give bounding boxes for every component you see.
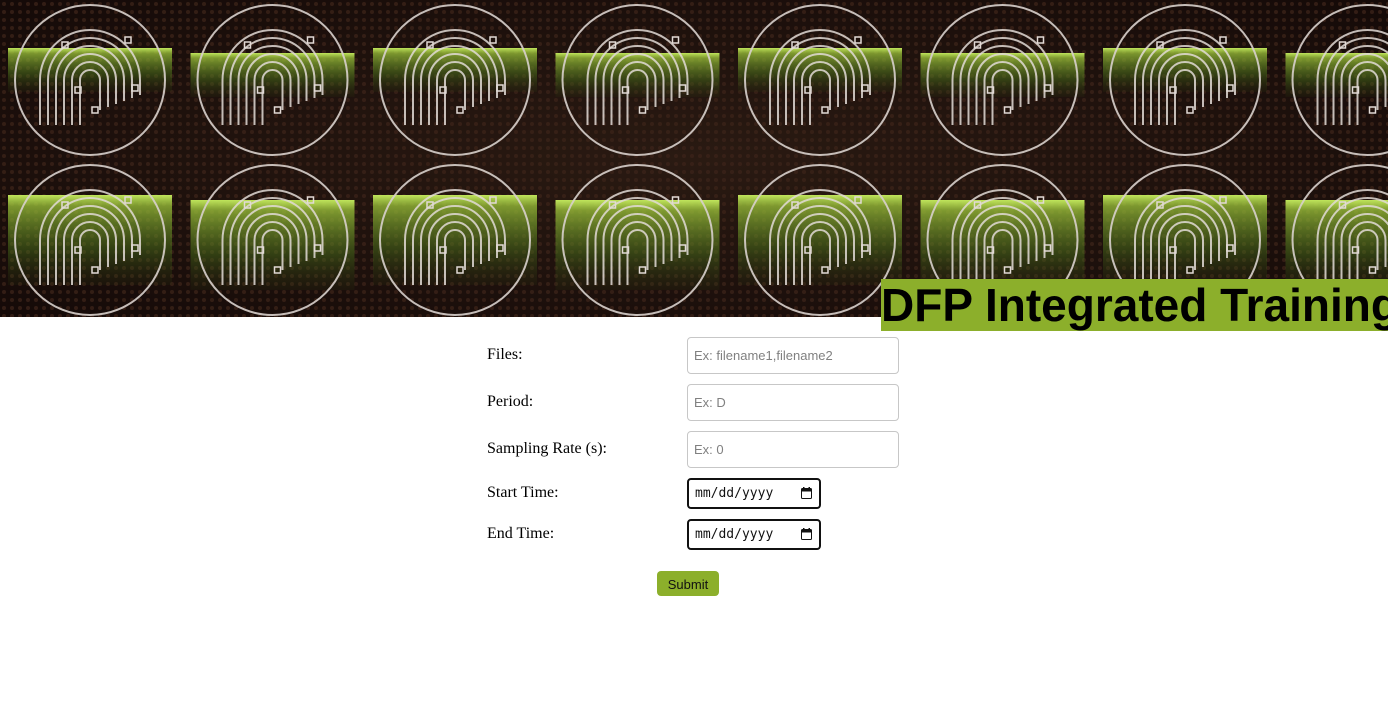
- title-bar: DFP Integrated Training: [881, 279, 1388, 331]
- sampling-rate-label: Sampling Rate (s):: [487, 440, 607, 457]
- calendar-icon[interactable]: [801, 528, 812, 540]
- calendar-icon[interactable]: [801, 487, 812, 499]
- files-input[interactable]: [687, 337, 899, 374]
- end-time-date-input[interactable]: mm/dd/yyyy: [687, 519, 821, 550]
- start-time-label: Start Time:: [487, 484, 559, 501]
- fingerprint-pattern: [0, 0, 1388, 317]
- page-title: DFP Integrated Training: [881, 279, 1388, 331]
- files-label: Files:: [487, 346, 523, 363]
- start-time-value: mm/dd/yyyy: [695, 486, 774, 501]
- sampling-rate-input[interactable]: [687, 431, 899, 468]
- end-time-label: End Time:: [487, 525, 555, 542]
- submit-button[interactable]: Submit: [657, 571, 719, 596]
- period-input[interactable]: [687, 384, 899, 421]
- period-label: Period:: [487, 393, 534, 410]
- banner-image: [0, 0, 1388, 317]
- start-time-date-input[interactable]: mm/dd/yyyy: [687, 478, 821, 509]
- end-time-value: mm/dd/yyyy: [695, 527, 774, 542]
